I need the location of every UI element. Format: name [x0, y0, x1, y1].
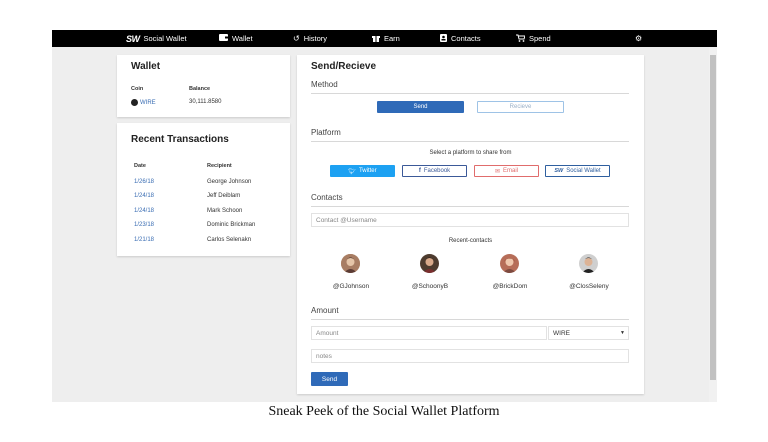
transaction-recipient: George Johnson [207, 179, 252, 185]
amount-title: Amount [311, 306, 339, 315]
settings-button[interactable]: ⚙ [635, 30, 642, 47]
address-book-icon [440, 33, 447, 44]
platform-prompt: Select a platform to share from [429, 150, 512, 156]
facebook-button[interactable]: f Facebook [402, 165, 467, 177]
nav-spend[interactable]: Spend [516, 30, 551, 47]
nav-history-label: History [303, 34, 328, 43]
divider [311, 206, 629, 207]
balance-value: 30,111.8580 [189, 99, 222, 105]
currency-value: WIRE [553, 329, 570, 337]
transaction-recipient: Dominic Brickman [207, 222, 256, 228]
gear-icon: ⚙ [635, 33, 643, 43]
nav-wallet-label: Wallet [232, 34, 253, 43]
nav-wallet[interactable]: Wallet [219, 30, 253, 47]
contacts-title: Contacts [311, 193, 343, 202]
transaction-recipient: Jeff Deiblam [207, 193, 241, 199]
divider [311, 319, 629, 320]
social-wallet-button[interactable]: SW Social Wallet [545, 165, 610, 177]
balance-header: Balance [189, 86, 211, 92]
wallet-title: Wallet [131, 61, 161, 72]
recent-contacts-label: Recent-contacts [448, 238, 493, 244]
nav-earn-label: Earn [384, 34, 400, 43]
scrollbar[interactable] [709, 47, 717, 402]
email-label: Email [503, 168, 519, 174]
contact-handle[interactable]: @ClosSeleny [559, 283, 619, 290]
transaction-date[interactable]: 1/26/18 [134, 179, 154, 185]
avatar[interactable] [500, 254, 519, 273]
nav-contacts[interactable]: Contacts [440, 30, 481, 47]
contact-handle[interactable]: @GJohnson [321, 283, 381, 290]
transaction-recipient: Mark Schoon [207, 208, 243, 214]
transactions-card: Recent Transactions Date Recipient 1/26/… [117, 123, 290, 256]
send-recieve-card: Send/Recieve Method Send Recieve Platfor… [297, 55, 644, 394]
coin-link[interactable]: WIRE [140, 100, 156, 106]
currency-select[interactable]: WIRE ▼ [548, 326, 629, 340]
method-title: Method [311, 80, 338, 89]
nav-contacts-label: Contacts [451, 34, 481, 43]
date-header: Date [134, 163, 146, 169]
contact-username-input[interactable]: Contact @Username [311, 213, 629, 227]
social-wallet-icon: SW [554, 168, 564, 174]
nav-spend-label: Spend [529, 34, 551, 43]
nav-history[interactable]: ↺ History [293, 30, 327, 47]
submit-send-button[interactable]: Send [311, 372, 348, 386]
avatar[interactable] [420, 254, 439, 273]
send-recieve-title: Send/Recieve [311, 61, 377, 72]
top-navbar: SW Social Wallet Wallet ↺ History Earn C… [52, 30, 717, 47]
figure-caption: Sneak Peek of the Social Wallet Platform [268, 404, 500, 419]
recieve-method-button[interactable]: Recieve [477, 101, 564, 113]
amount-input[interactable]: Amount [311, 326, 547, 340]
gift-icon [372, 34, 380, 44]
avatar[interactable] [579, 254, 598, 273]
caret-down-icon: ▼ [620, 330, 625, 336]
divider [311, 93, 629, 94]
app-window: SW Social Wallet Wallet ↺ History Earn C… [52, 30, 717, 402]
transaction-date[interactable]: 1/24/18 [134, 193, 154, 199]
brand-name: Social Wallet [143, 34, 187, 43]
contact-handle[interactable]: @BrickDom [480, 283, 540, 290]
transaction-recipient: Carlos Selenakn [207, 237, 252, 243]
twitter-label: Twitter [358, 168, 377, 174]
history-icon: ↺ [293, 33, 300, 43]
coin-header: Coin [131, 86, 144, 92]
brand-logo: SW [126, 33, 140, 44]
twitter-button[interactable]: 🐦︎ Twitter [330, 165, 395, 177]
nav-earn[interactable]: Earn [372, 30, 400, 47]
envelope-icon: ✉ [494, 168, 500, 175]
cart-icon [516, 34, 526, 44]
brand-link[interactable]: SW Social Wallet [126, 30, 187, 47]
notes-input[interactable]: notes [311, 349, 629, 363]
email-button[interactable]: ✉ Email [474, 165, 539, 177]
scrollbar-thumb[interactable] [710, 55, 716, 380]
transactions-title: Recent Transactions [131, 134, 229, 145]
transaction-date[interactable]: 1/23/18 [134, 222, 154, 228]
transaction-date[interactable]: 1/24/18 [134, 208, 154, 214]
platform-title: Platform [311, 128, 341, 137]
facebook-icon: f [418, 168, 421, 174]
avatar[interactable] [341, 254, 360, 273]
coin-cell: WIRE [131, 99, 156, 106]
social-wallet-label: Social Wallet [566, 168, 601, 174]
contact-handle[interactable]: @SchoonyB [400, 283, 460, 290]
twitter-icon: 🐦︎ [348, 168, 356, 175]
wallet-card: Wallet Coin Balance WIRE 30,111.8580 [117, 55, 290, 117]
wire-coin-icon [131, 99, 138, 106]
send-method-button[interactable]: Send [377, 101, 464, 113]
recipient-header: Recipient [207, 163, 232, 169]
divider [311, 141, 629, 142]
facebook-label: Facebook [423, 168, 451, 174]
transaction-date[interactable]: 1/21/18 [134, 237, 154, 243]
wallet-icon [219, 34, 228, 43]
